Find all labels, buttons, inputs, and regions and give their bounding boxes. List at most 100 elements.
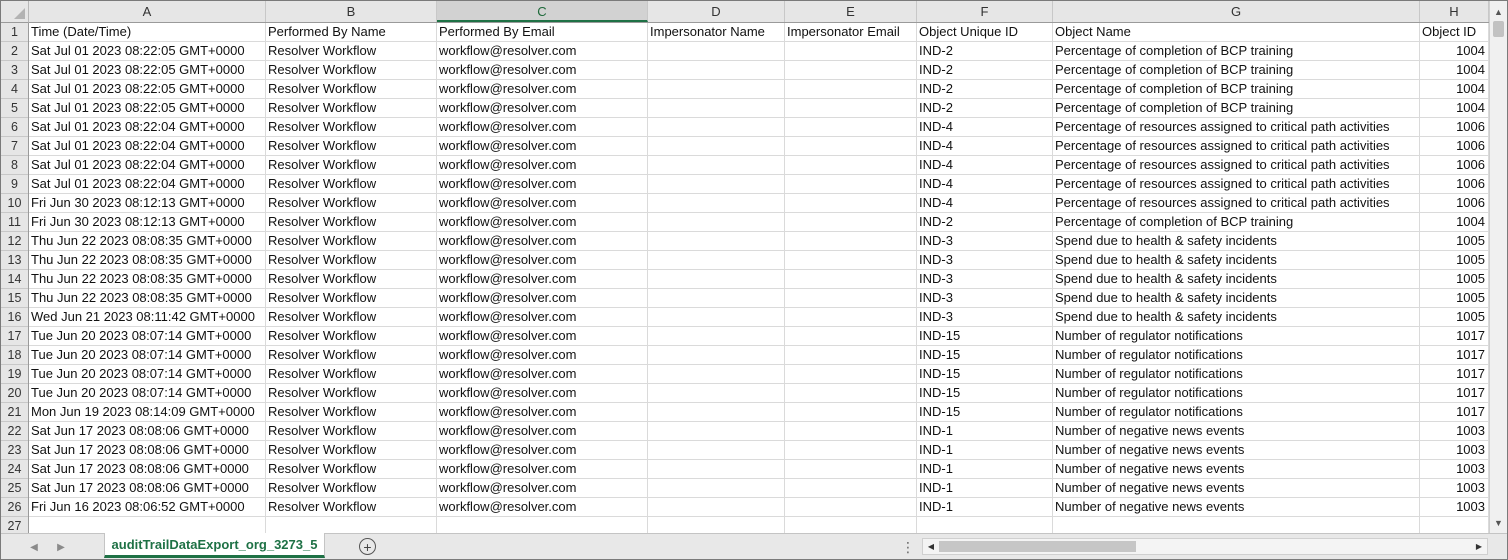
cell-d9[interactable]	[648, 175, 785, 193]
cell-h15[interactable]: 1005	[1420, 289, 1489, 307]
cell-f26[interactable]: IND-1	[917, 498, 1053, 516]
cell-d10[interactable]	[648, 194, 785, 212]
row-header[interactable]: 16	[1, 308, 28, 327]
cell-c24[interactable]: workflow@resolver.com	[437, 460, 648, 478]
cell-c4[interactable]: workflow@resolver.com	[437, 80, 648, 98]
cell-h20[interactable]: 1017	[1420, 384, 1489, 402]
cell-e14[interactable]	[785, 270, 917, 288]
cell-a22[interactable]: Sat Jun 17 2023 08:08:06 GMT+0000	[29, 422, 266, 440]
row-header[interactable]: 11	[1, 213, 28, 232]
cell-g23[interactable]: Number of negative news events	[1053, 441, 1420, 459]
cell-h7[interactable]: 1006	[1420, 137, 1489, 155]
row-header[interactable]: 3	[1, 61, 28, 80]
cell-b4[interactable]: Resolver Workflow	[266, 80, 437, 98]
cell-g15[interactable]: Spend due to health & safety incidents	[1053, 289, 1420, 307]
cell-b24[interactable]: Resolver Workflow	[266, 460, 437, 478]
cell-c7[interactable]: workflow@resolver.com	[437, 137, 648, 155]
cell-b3[interactable]: Resolver Workflow	[266, 61, 437, 79]
plus-circle-icon[interactable]: +	[359, 538, 376, 555]
cell-f12[interactable]: IND-3	[917, 232, 1053, 250]
cell-g26[interactable]: Number of negative news events	[1053, 498, 1420, 516]
cell-d14[interactable]	[648, 270, 785, 288]
row-header[interactable]: 8	[1, 156, 28, 175]
cell-b1[interactable]: Performed By Name	[266, 23, 437, 41]
cell-f8[interactable]: IND-4	[917, 156, 1053, 174]
cell-f23[interactable]: IND-1	[917, 441, 1053, 459]
cell-a1[interactable]: Time (Date/Time)	[29, 23, 266, 41]
cell-d19[interactable]	[648, 365, 785, 383]
cell-b5[interactable]: Resolver Workflow	[266, 99, 437, 117]
cell-a12[interactable]: Thu Jun 22 2023 08:08:35 GMT+0000	[29, 232, 266, 250]
cell-g8[interactable]: Percentage of resources assigned to crit…	[1053, 156, 1420, 174]
cell-g7[interactable]: Percentage of resources assigned to crit…	[1053, 137, 1420, 155]
cell-a18[interactable]: Tue Jun 20 2023 08:07:14 GMT+0000	[29, 346, 266, 364]
column-header-g[interactable]: G	[1053, 1, 1420, 22]
cell-g4[interactable]: Percentage of completion of BCP training	[1053, 80, 1420, 98]
cell-a23[interactable]: Sat Jun 17 2023 08:08:06 GMT+0000	[29, 441, 266, 459]
cell-b17[interactable]: Resolver Workflow	[266, 327, 437, 345]
cell-h21[interactable]: 1017	[1420, 403, 1489, 421]
cell-d24[interactable]	[648, 460, 785, 478]
arrow-left-icon[interactable]: ◀	[924, 539, 938, 554]
cell-a13[interactable]: Thu Jun 22 2023 08:08:35 GMT+0000	[29, 251, 266, 269]
cell-e26[interactable]	[785, 498, 917, 516]
cell-a25[interactable]: Sat Jun 17 2023 08:08:06 GMT+0000	[29, 479, 266, 497]
cell-e19[interactable]	[785, 365, 917, 383]
row-header[interactable]: 6	[1, 118, 28, 137]
cell-d13[interactable]	[648, 251, 785, 269]
cell-f4[interactable]: IND-2	[917, 80, 1053, 98]
cell-c6[interactable]: workflow@resolver.com	[437, 118, 648, 136]
cell-c17[interactable]: workflow@resolver.com	[437, 327, 648, 345]
cell-a11[interactable]: Fri Jun 30 2023 08:12:13 GMT+0000	[29, 213, 266, 231]
row-header[interactable]: 24	[1, 460, 28, 479]
cell-h13[interactable]: 1005	[1420, 251, 1489, 269]
cell-b12[interactable]: Resolver Workflow	[266, 232, 437, 250]
cell-e5[interactable]	[785, 99, 917, 117]
row-header[interactable]: 7	[1, 137, 28, 156]
cell-e1[interactable]: Impersonator Email	[785, 23, 917, 41]
row-header[interactable]: 23	[1, 441, 28, 460]
cell-a4[interactable]: Sat Jul 01 2023 08:22:05 GMT+0000	[29, 80, 266, 98]
cell-e11[interactable]	[785, 213, 917, 231]
row-header[interactable]: 19	[1, 365, 28, 384]
row-header[interactable]: 15	[1, 289, 28, 308]
arrow-down-icon[interactable]: ▼	[1490, 514, 1507, 531]
cell-h4[interactable]: 1004	[1420, 80, 1489, 98]
cell-d2[interactable]	[648, 42, 785, 60]
cell-a21[interactable]: Mon Jun 19 2023 08:14:09 GMT+0000	[29, 403, 266, 421]
cell-c2[interactable]: workflow@resolver.com	[437, 42, 648, 60]
cell-b15[interactable]: Resolver Workflow	[266, 289, 437, 307]
cell-d23[interactable]	[648, 441, 785, 459]
select-all-corner[interactable]	[1, 1, 29, 23]
cell-h19[interactable]: 1017	[1420, 365, 1489, 383]
cell-c26[interactable]: workflow@resolver.com	[437, 498, 648, 516]
cell-b27[interactable]	[266, 517, 437, 533]
cell-a19[interactable]: Tue Jun 20 2023 08:07:14 GMT+0000	[29, 365, 266, 383]
row-header[interactable]: 1	[1, 23, 28, 42]
cell-f10[interactable]: IND-4	[917, 194, 1053, 212]
cell-b19[interactable]: Resolver Workflow	[266, 365, 437, 383]
cell-d6[interactable]	[648, 118, 785, 136]
cell-a20[interactable]: Tue Jun 20 2023 08:07:14 GMT+0000	[29, 384, 266, 402]
cell-d1[interactable]: Impersonator Name	[648, 23, 785, 41]
vertical-scrollbar[interactable]: ▲ ▼	[1489, 1, 1507, 533]
cell-g24[interactable]: Number of negative news events	[1053, 460, 1420, 478]
cell-c19[interactable]: workflow@resolver.com	[437, 365, 648, 383]
row-header[interactable]: 14	[1, 270, 28, 289]
column-header-b[interactable]: B	[266, 1, 437, 22]
cell-c21[interactable]: workflow@resolver.com	[437, 403, 648, 421]
cell-b21[interactable]: Resolver Workflow	[266, 403, 437, 421]
cell-g13[interactable]: Spend due to health & safety incidents	[1053, 251, 1420, 269]
cell-g2[interactable]: Percentage of completion of BCP training	[1053, 42, 1420, 60]
cell-c14[interactable]: workflow@resolver.com	[437, 270, 648, 288]
cell-g11[interactable]: Percentage of completion of BCP training	[1053, 213, 1420, 231]
cell-h24[interactable]: 1003	[1420, 460, 1489, 478]
column-header-e[interactable]: E	[785, 1, 917, 22]
chevron-left-icon[interactable]: ◀	[27, 539, 41, 555]
cell-c9[interactable]: workflow@resolver.com	[437, 175, 648, 193]
cell-a15[interactable]: Thu Jun 22 2023 08:08:35 GMT+0000	[29, 289, 266, 307]
cell-f24[interactable]: IND-1	[917, 460, 1053, 478]
row-header[interactable]: 22	[1, 422, 28, 441]
cell-e12[interactable]	[785, 232, 917, 250]
cell-c22[interactable]: workflow@resolver.com	[437, 422, 648, 440]
